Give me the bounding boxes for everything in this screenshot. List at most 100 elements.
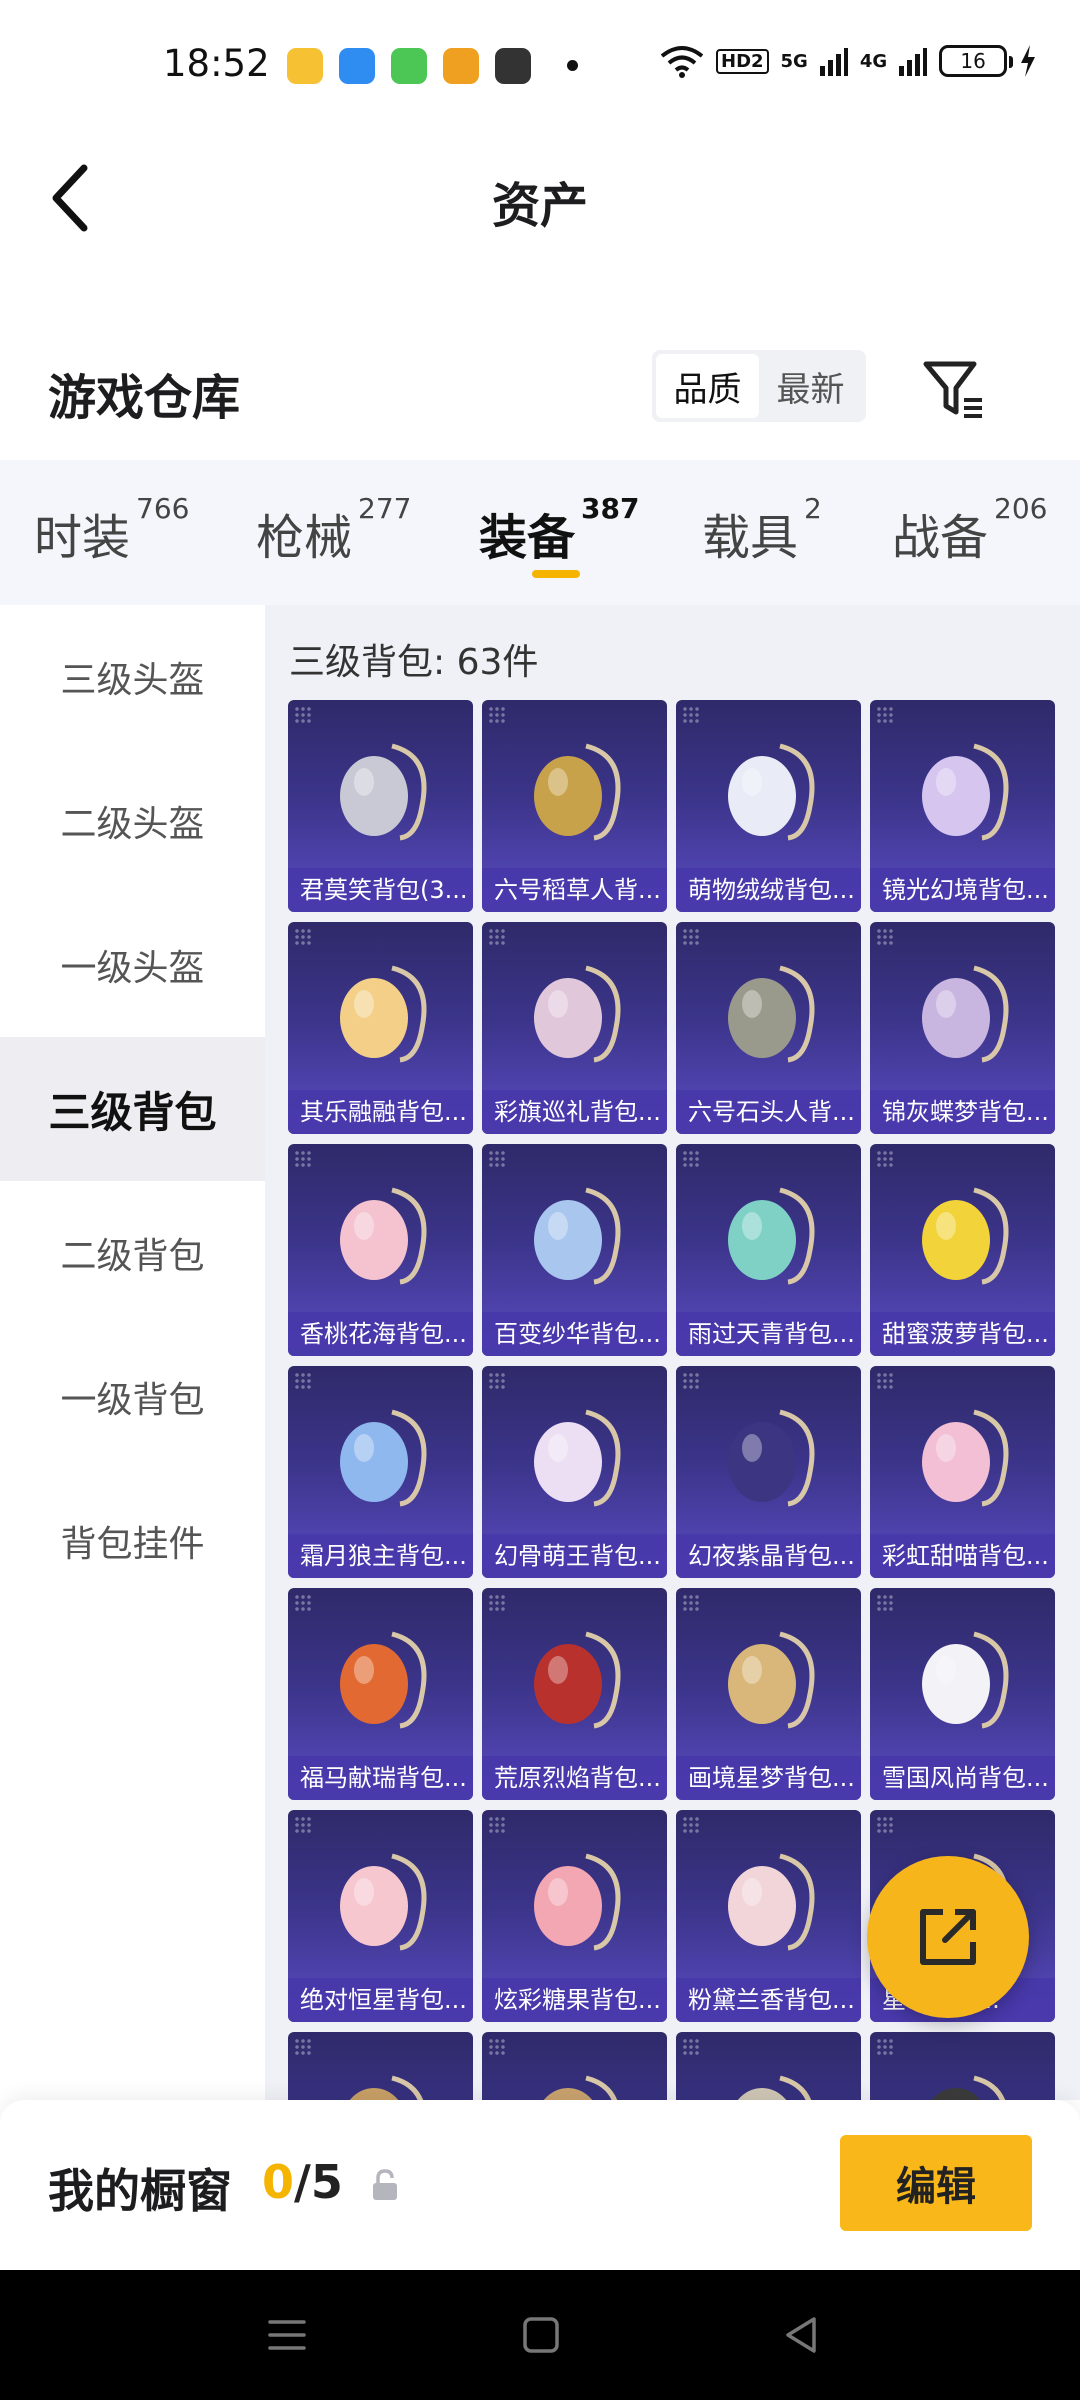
tab-battle-gear[interactable]: 战备206	[892, 492, 1047, 568]
item-card[interactable]: 君莫笑背包(3...	[288, 700, 473, 912]
menu-icon[interactable]	[262, 2310, 312, 2360]
backpack-icon	[340, 1187, 427, 1285]
backpack-icon	[728, 965, 815, 1063]
app-icon-4	[443, 48, 479, 84]
page-title: 资产	[491, 178, 588, 234]
item-label: 画境星梦背包...	[676, 1756, 861, 1800]
sidebar-item-lv2-backpack[interactable]: 二级背包	[0, 1181, 265, 1325]
status-bar: 18:52 HD2 5G 4G 16	[0, 0, 1080, 130]
item-card[interactable]: 幻骨萌王背包...	[482, 1366, 667, 1578]
showcase-current: 0	[262, 2155, 295, 2209]
tab-equipment[interactable]: 装备387	[479, 492, 639, 568]
network-5g-label: 5G	[780, 50, 808, 72]
charging-icon	[1021, 45, 1036, 77]
sort-toggle: 品质 最新	[652, 350, 866, 422]
item-label: 雨过天青背包...	[676, 1312, 861, 1356]
share-button[interactable]	[867, 1856, 1029, 2018]
sidebar-item-backpack-charm[interactable]: 背包挂件	[0, 1469, 265, 1613]
sidebar-item-lv2-helmet[interactable]: 二级头盔	[0, 749, 265, 893]
tab-fashion[interactable]: 时装766	[34, 492, 189, 568]
edit-button[interactable]: 编辑	[840, 2135, 1032, 2231]
item-card[interactable]: 甜蜜菠萝背包...	[870, 1144, 1055, 1356]
item-label: 六号石头人背...	[676, 1090, 861, 1134]
item-label: 香桃花海背包...	[288, 1312, 473, 1356]
app-icon-5	[495, 48, 531, 84]
warehouse-title: 游戏仓库	[48, 370, 241, 426]
backpack-icon	[922, 1409, 1009, 1507]
sort-newest-option[interactable]: 最新	[759, 354, 862, 418]
item-card[interactable]: 画境星梦背包...	[676, 1588, 861, 1800]
backpack-icon	[922, 1187, 1009, 1285]
tab-label: 时装	[34, 510, 131, 566]
item-card[interactable]: 荒原烈焰背包...	[482, 1588, 667, 1800]
back-nav-icon[interactable]	[776, 2310, 826, 2360]
item-card[interactable]	[870, 2032, 1055, 2100]
tab-count: 2	[804, 492, 822, 525]
item-card[interactable]: 幻夜紫晶背包...	[676, 1366, 861, 1578]
item-label: 镜光幻境背包...	[870, 868, 1055, 912]
backpack-icon	[728, 743, 815, 841]
item-card[interactable]: 镜光幻境背包...	[870, 700, 1055, 912]
item-card[interactable]: 霜月狼主背包...	[288, 1366, 473, 1578]
backpack-icon	[340, 743, 427, 841]
item-card[interactable]: 锦灰蝶梦背包...	[870, 922, 1055, 1134]
item-card[interactable]: 六号稻草人背...	[482, 700, 667, 912]
backpack-icon	[728, 1853, 815, 1951]
status-time: 18:52	[163, 42, 270, 85]
item-card[interactable]: 绝对恒星背包...	[288, 1810, 473, 2022]
item-card[interactable]: 雪国风尚背包...	[870, 1588, 1055, 1800]
item-card[interactable]: 其乐融融背包...	[288, 922, 473, 1134]
item-label: 幻夜紫晶背包...	[676, 1534, 861, 1578]
item-card[interactable]	[288, 2032, 473, 2100]
group-title: 三级背包: 63件	[289, 642, 539, 683]
tab-label: 战备	[892, 510, 989, 566]
network-4g-label: 4G	[859, 50, 888, 72]
tab-firearms[interactable]: 枪械277	[256, 492, 411, 568]
wifi-icon	[660, 46, 704, 78]
active-tab-indicator	[532, 570, 580, 578]
tab-label: 装备	[479, 510, 576, 566]
item-card[interactable]: 香桃花海背包...	[288, 1144, 473, 1356]
tab-vehicles[interactable]: 载具2	[702, 492, 822, 568]
sort-quality-option[interactable]: 品质	[656, 354, 759, 418]
item-card[interactable]: 雨过天青背包...	[676, 1144, 861, 1356]
backpack-icon	[737, 2075, 811, 2100]
backpack-icon	[931, 2075, 1005, 2100]
item-card[interactable]: 彩旗巡礼背包...	[482, 922, 667, 1134]
item-card[interactable]: 百变纱华背包...	[482, 1144, 667, 1356]
item-card[interactable]	[482, 2032, 667, 2100]
item-label: 锦灰蝶梦背包...	[870, 1090, 1055, 1134]
category-tabs: 时装766 枪械277 装备387 载具2 战备206	[0, 460, 1080, 605]
backpack-icon	[543, 2075, 617, 2100]
sidebar-item-lv3-backpack[interactable]: 三级背包	[0, 1037, 265, 1181]
backpack-icon	[728, 1631, 815, 1729]
backpack-icon	[349, 2075, 423, 2100]
backpack-icon	[340, 1631, 427, 1729]
tab-count: 387	[581, 492, 640, 525]
system-nav-bar	[0, 2270, 1080, 2400]
filter-button[interactable]	[920, 356, 986, 422]
item-card[interactable]: 福马献瑞背包...	[288, 1588, 473, 1800]
sidebar-item-lv1-backpack[interactable]: 一级背包	[0, 1325, 265, 1469]
tab-label: 载具	[702, 510, 799, 566]
home-icon[interactable]	[516, 2310, 566, 2360]
showcase-bar: 我的橱窗 0/5 编辑	[0, 2100, 1080, 2270]
item-card[interactable]: 六号石头人背...	[676, 922, 861, 1134]
sidebar-item-lv1-helmet[interactable]: 一级头盔	[0, 893, 265, 1037]
warehouse-header: 游戏仓库 品质 最新	[0, 330, 1080, 450]
tab-label: 枪械	[256, 510, 353, 566]
notification-icons	[287, 48, 531, 84]
backpack-icon	[534, 1187, 621, 1285]
item-card[interactable]	[676, 2032, 861, 2100]
sidebar-item-lv3-helmet[interactable]: 三级头盔	[0, 605, 265, 749]
backpack-icon	[728, 1409, 815, 1507]
backpack-icon	[534, 743, 621, 841]
item-card[interactable]: 粉黛兰香背包...	[676, 1810, 861, 2022]
item-card[interactable]: 炫彩糖果背包...	[482, 1810, 667, 2022]
backpack-icon	[922, 743, 1009, 841]
item-card[interactable]: 彩虹甜喵背包...	[870, 1366, 1055, 1578]
backpack-icon	[922, 1631, 1009, 1729]
signal-icon	[819, 48, 848, 76]
signal-icon-2	[899, 48, 928, 76]
item-card[interactable]: 萌物绒绒背包...	[676, 700, 861, 912]
